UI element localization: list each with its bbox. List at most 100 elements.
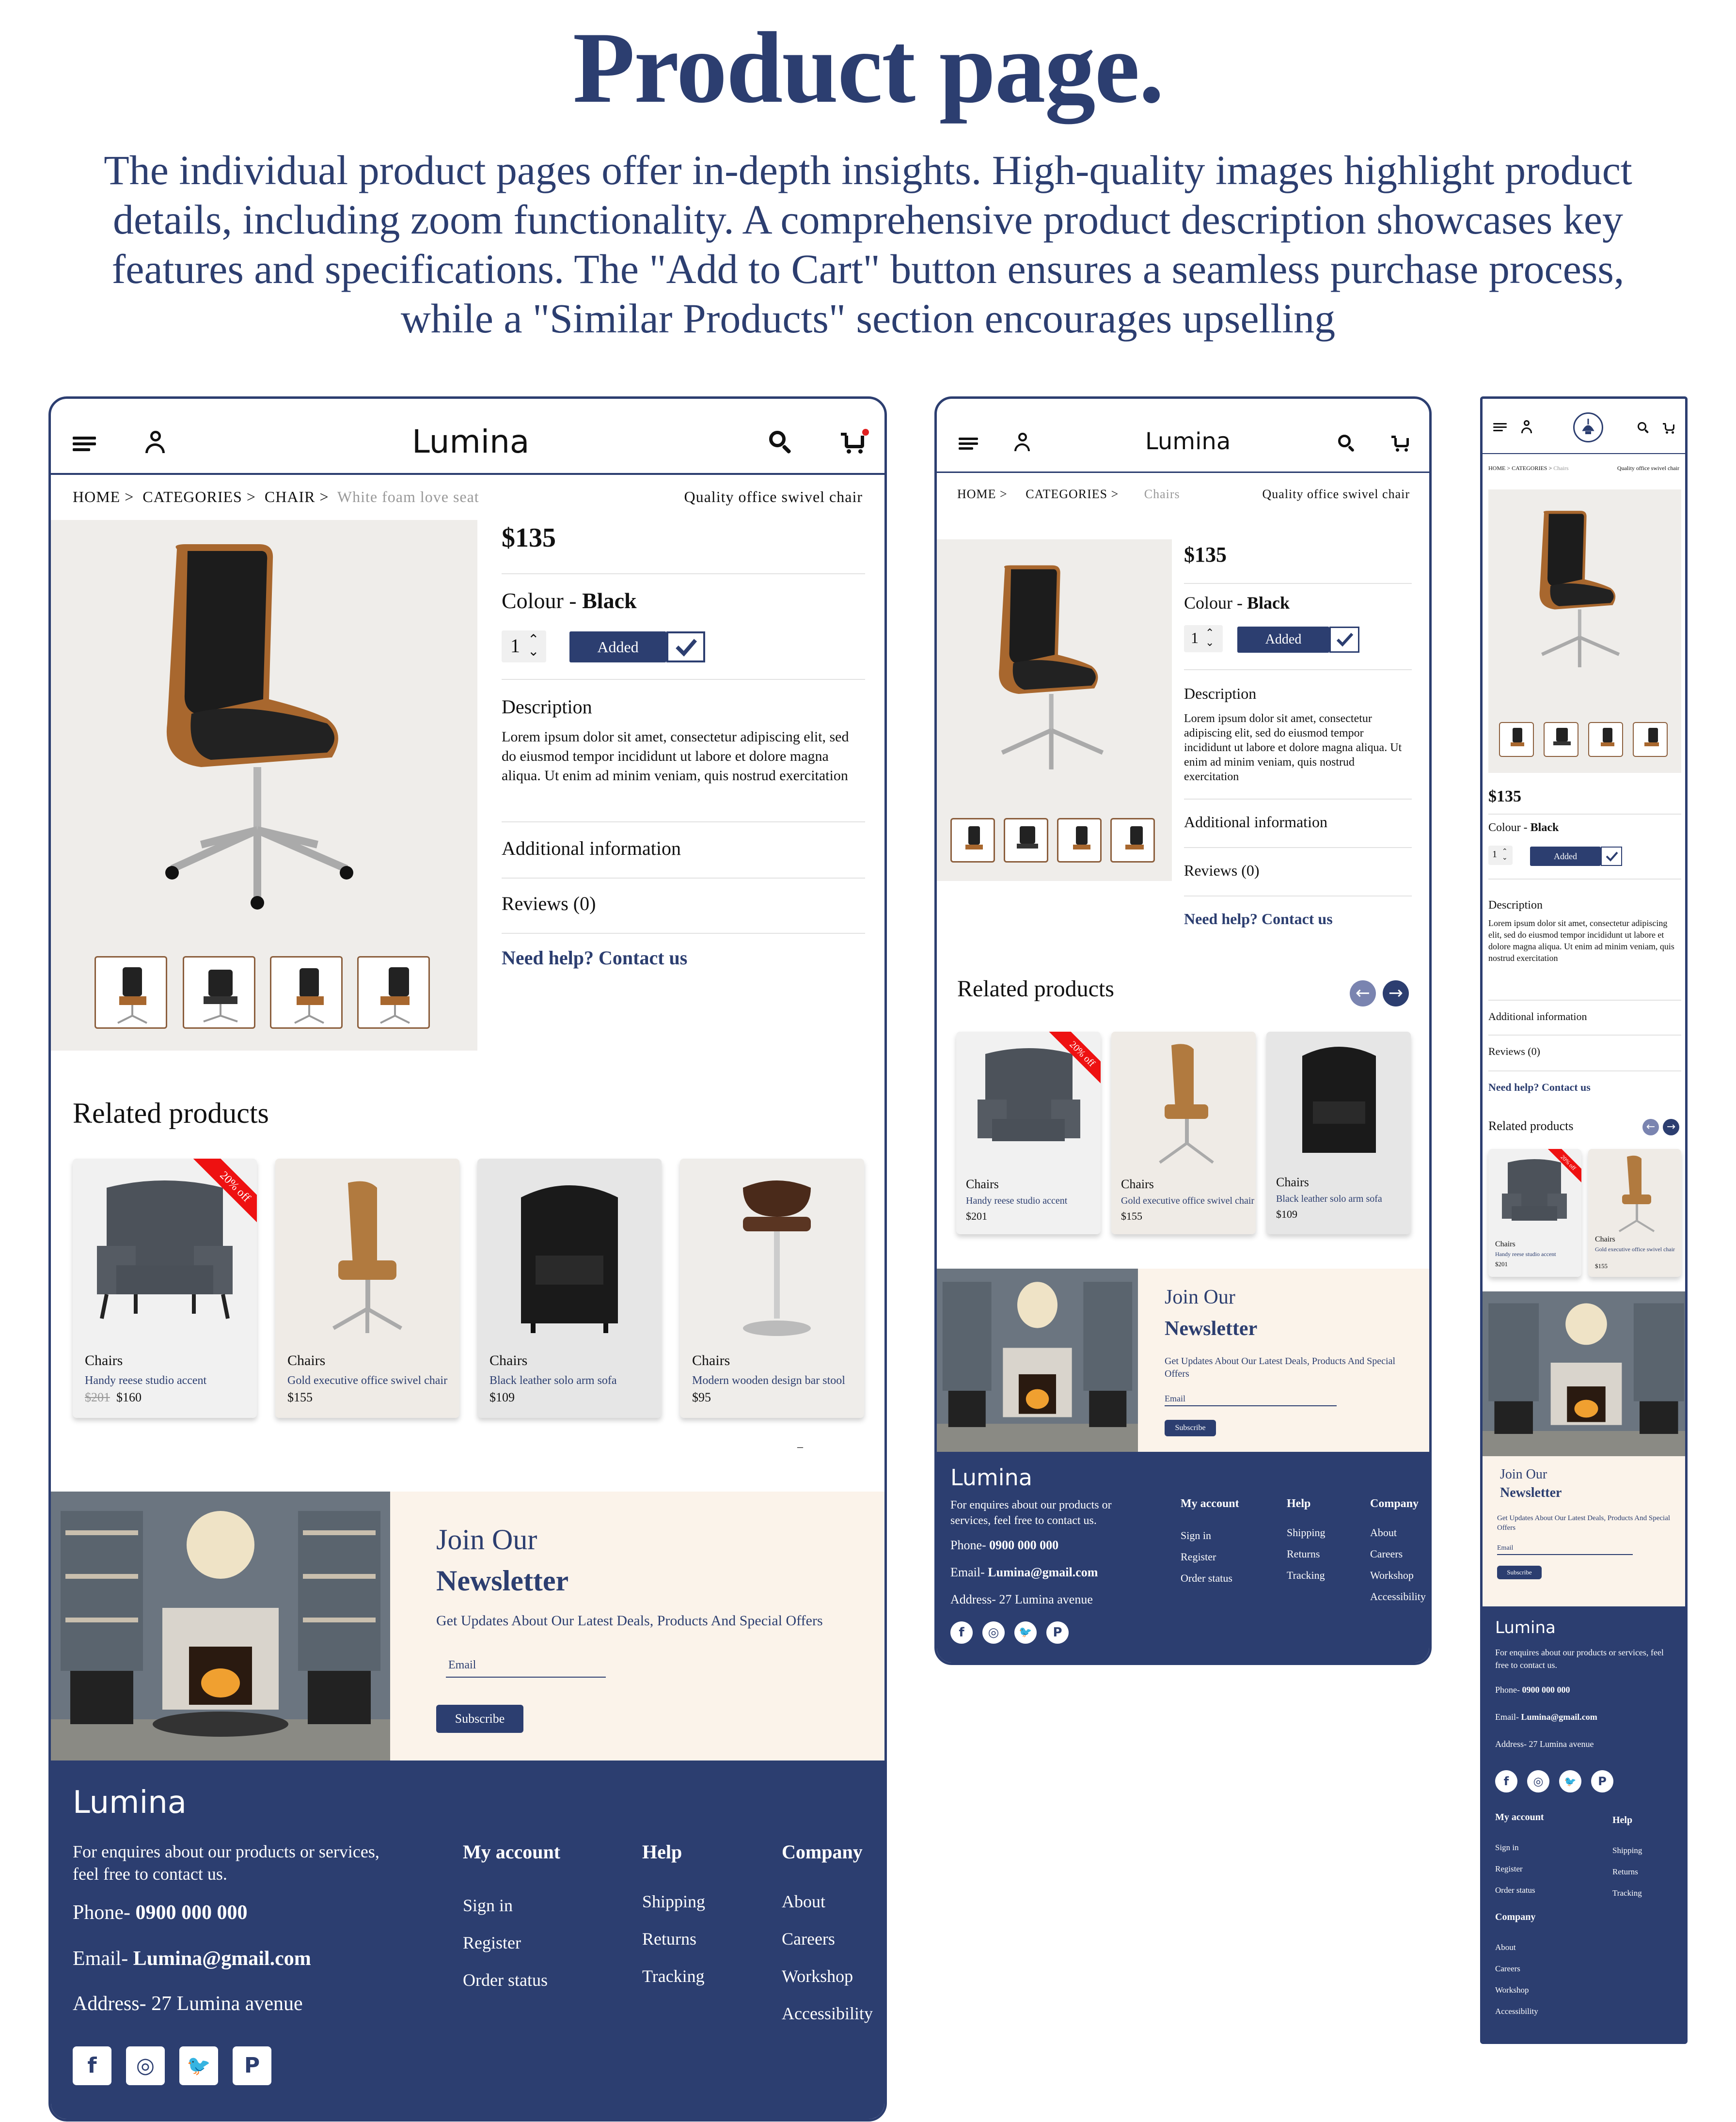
thumbnail-2[interactable] [1004,818,1048,863]
footer-link-tracking[interactable]: Tracking [1287,1569,1325,1582]
help-link[interactable]: Need help? Contact us [1184,910,1333,928]
search-icon[interactable] [769,431,792,454]
product-image[interactable] [985,559,1131,782]
breadcrumb-home[interactable]: HOME > [957,487,1008,501]
checkmark-icon[interactable] [666,631,705,662]
footer-link-shipping[interactable]: Shipping [1612,1846,1642,1855]
thumbnail-1[interactable] [950,818,995,863]
thumbnail-3[interactable] [1588,722,1623,757]
brand-logo[interactable]: Lumina [412,423,529,460]
checkmark-icon[interactable] [1601,847,1622,866]
footer-link-register[interactable]: Register [463,1933,521,1953]
breadcrumb-chair[interactable]: CHAIR > [265,488,329,505]
cart-icon[interactable] [841,429,869,455]
description-heading[interactable]: Description [502,695,592,718]
footer-link-register[interactable]: Register [1495,1864,1523,1874]
instagram-icon[interactable]: ◎ [126,2046,165,2085]
cart-icon[interactable] [1663,421,1676,435]
footer-link-shipping[interactable]: Shipping [1287,1526,1325,1539]
quantity-stepper[interactable]: 1 ⌃ ⌄ [1488,846,1513,865]
footer-link-tracking[interactable]: Tracking [642,1966,705,1986]
footer-link-workshop[interactable]: Workshop [782,1966,853,1986]
add-to-cart-button[interactable]: Added [569,631,666,662]
menu-icon[interactable] [1493,423,1507,431]
help-link[interactable]: Need help? Contact us [1488,1081,1591,1094]
footer-link-accessibility[interactable]: Accessibility [1495,2007,1538,2016]
quantity-stepper[interactable]: 1 ⌃ ⌄ [502,630,546,662]
user-icon[interactable] [1521,420,1532,434]
reviews-tab[interactable]: Reviews (0) [1488,1045,1540,1058]
breadcrumb-categories[interactable]: CATEGORIES > [1512,465,1552,472]
footer-link-tracking[interactable]: Tracking [1612,1888,1642,1898]
carousel-next-button[interactable]: → [1663,1119,1679,1135]
additional-information-tab[interactable]: Additional information [1184,813,1327,831]
email-field[interactable]: Email [1165,1394,1185,1404]
thumbnail-1[interactable] [95,956,167,1029]
thumbnail-4[interactable] [1633,722,1668,757]
subscribe-button[interactable]: Subscribe [1497,1566,1542,1579]
footer-link-about[interactable]: About [782,1891,825,1912]
carousel-prev-button[interactable]: ← [1350,980,1376,1006]
footer-link-about[interactable]: About [1370,1526,1397,1539]
description-heading[interactable]: Description [1488,899,1543,912]
search-icon[interactable] [1338,435,1356,453]
twitter-icon[interactable]: 🐦 [1559,1770,1581,1792]
pinterest-icon[interactable]: P [1046,1621,1069,1644]
carousel-next-button[interactable]: → [1383,980,1409,1006]
footer-link-register[interactable]: Register [1181,1551,1216,1563]
footer-link-returns[interactable]: Returns [642,1929,696,1949]
twitter-icon[interactable]: 🐦 [179,2046,218,2085]
footer-link-workshop[interactable]: Workshop [1370,1569,1414,1582]
breadcrumb-categories[interactable]: CATEGORIES > [1026,487,1119,501]
twitter-icon[interactable]: 🐦 [1014,1621,1037,1644]
menu-icon[interactable] [959,438,978,450]
facebook-icon[interactable]: f [950,1621,973,1644]
reviews-tab[interactable]: Reviews (0) [502,892,596,915]
reviews-tab[interactable]: Reviews (0) [1184,862,1260,880]
footer-link-order-status[interactable]: Order status [463,1970,548,1990]
product-card[interactable]: 20% off Chairs Handy reese studio accent… [1488,1149,1581,1277]
breadcrumb-home[interactable]: HOME > [73,488,134,505]
email-field[interactable]: Email [1497,1544,1513,1552]
breadcrumb-home[interactable]: HOME > [1488,465,1510,472]
instagram-icon[interactable]: ◎ [982,1621,1005,1644]
brand-logo-mark[interactable] [1573,412,1603,442]
footer-link-workshop[interactable]: Workshop [1495,1985,1529,1995]
description-heading[interactable]: Description [1184,685,1256,703]
thumbnail-2[interactable] [1544,722,1578,757]
thumbnail-1[interactable] [1499,722,1534,757]
product-card[interactable]: Chairs Gold executive office swivel chai… [1111,1032,1256,1234]
thumbnail-4[interactable] [357,956,430,1029]
footer-link-careers[interactable]: Careers [1370,1548,1403,1560]
product-card[interactable]: 20% off Chairs Handy reese studio accent… [73,1159,257,1418]
facebook-icon[interactable]: f [1495,1770,1517,1792]
product-card[interactable]: 20% off Chairs Handy reese studio accent… [956,1032,1101,1234]
pinterest-icon[interactable]: P [233,2046,271,2085]
email-field[interactable]: Email [448,1659,476,1672]
pinterest-icon[interactable]: P [1591,1770,1613,1792]
product-image[interactable] [143,539,395,912]
product-card[interactable]: Chairs Gold executive office swivel chai… [1588,1149,1681,1277]
thumbnail-3[interactable] [1057,818,1102,863]
footer-link-sign-in[interactable]: Sign in [1495,1843,1519,1853]
thumbnail-3[interactable] [270,956,343,1029]
add-to-cart-button[interactable]: Added [1530,847,1601,866]
footer-link-returns[interactable]: Returns [1287,1548,1320,1560]
footer-link-accessibility[interactable]: Accessibility [782,2003,873,2024]
add-to-cart-button[interactable]: Added [1237,627,1329,653]
instagram-icon[interactable]: ◎ [1527,1770,1549,1792]
subscribe-button[interactable]: Subscribe [436,1705,523,1733]
thumbnail-4[interactable] [1110,818,1155,863]
user-icon[interactable] [1014,433,1030,452]
footer-link-careers[interactable]: Careers [1495,1964,1520,1974]
product-image[interactable] [1529,504,1641,678]
footer-link-careers[interactable]: Careers [782,1929,835,1949]
brand-logo[interactable]: Lumina [1145,428,1231,455]
footer-link-shipping[interactable]: Shipping [642,1891,705,1912]
thumbnail-2[interactable] [183,956,255,1029]
checkmark-icon[interactable] [1329,627,1359,653]
facebook-icon[interactable]: f [73,2046,111,2085]
product-card[interactable]: Chairs Black leather solo arm sofa $109 [1266,1032,1411,1234]
user-icon[interactable] [145,431,165,454]
footer-link-sign-in[interactable]: Sign in [463,1895,513,1916]
